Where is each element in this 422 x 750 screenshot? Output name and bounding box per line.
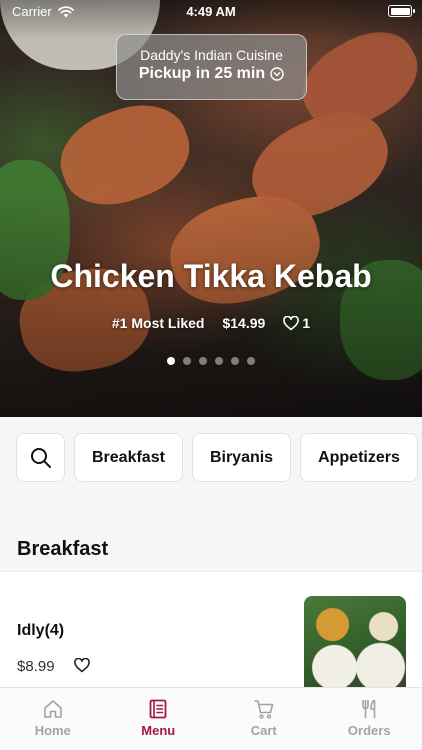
popularity-badge: #1 Most Liked <box>111 315 205 331</box>
battery-icon <box>388 5 415 17</box>
tab-label: Cart <box>250 723 277 738</box>
pickup-eta-label: Pickup in 25 min <box>138 65 266 82</box>
featured-dish-meta: #1 Most Liked $14.99 1 <box>0 315 422 331</box>
featured-dish-banner[interactable]: Carrier 4:49 AM Daddy's Indian Cuisine P… <box>0 0 422 417</box>
carousel-dot[interactable] <box>199 357 207 365</box>
menu-item-photo <box>304 596 406 698</box>
chevron-down-circle-icon <box>270 67 284 81</box>
tab-bar: Home Menu Cart Orders <box>0 687 422 750</box>
menu-item-name: Idly(4) <box>17 622 65 639</box>
tab-label: Menu <box>141 723 176 738</box>
featured-dish-title: Chicken Tikka Kebab <box>50 258 372 294</box>
category-chip-breakfast[interactable]: Breakfast <box>74 433 183 482</box>
heart-outline-icon <box>283 315 300 330</box>
category-chip-biryanis[interactable]: Biryanis <box>191 433 292 482</box>
status-bar: Carrier 4:49 AM <box>0 0 422 24</box>
carousel-dot[interactable] <box>231 357 239 365</box>
search-icon <box>30 447 51 468</box>
search-button[interactable] <box>16 433 65 482</box>
like-count-value: 1 <box>302 315 311 331</box>
tab-orders[interactable]: Orders <box>317 688 422 750</box>
carousel-dot[interactable] <box>215 357 223 365</box>
category-bar: Breakfast Biryanis Appetizers <box>16 433 418 482</box>
carousel-dot[interactable] <box>183 357 191 365</box>
carousel-pagination[interactable] <box>0 357 422 365</box>
pickup-selector[interactable]: Daddy's Indian Cuisine Pickup in 25 min <box>116 34 307 100</box>
clock: 4:49 AM <box>186 4 236 19</box>
tab-home[interactable]: Home <box>0 688 106 750</box>
home-icon <box>43 700 62 718</box>
menu-book-icon <box>149 699 167 719</box>
pickup-eta: Pickup in 25 min <box>139 65 284 83</box>
tab-cart[interactable]: Cart <box>211 688 317 750</box>
heart-outline-icon[interactable] <box>74 658 90 673</box>
tab-menu[interactable]: Menu <box>106 688 212 750</box>
carousel-dot[interactable] <box>247 357 255 365</box>
menu-item-price: $8.99 <box>17 658 55 675</box>
restaurant-name: Daddy's Indian Cuisine <box>140 47 283 63</box>
tab-label: Orders <box>347 723 391 738</box>
featured-price: $14.99 <box>222 315 266 331</box>
fork-knife-icon <box>362 699 376 719</box>
cart-icon <box>253 700 274 719</box>
like-count[interactable]: 1 <box>283 315 310 331</box>
bottom-shade <box>0 197 422 417</box>
category-chip-appetizers[interactable]: Appetizers <box>300 433 418 482</box>
carousel-dot[interactable] <box>167 357 175 365</box>
menu-item-card[interactable]: Idly(4) $8.99 <box>0 571 422 701</box>
section-title: Breakfast <box>17 538 109 560</box>
tab-label: Home <box>34 723 71 738</box>
